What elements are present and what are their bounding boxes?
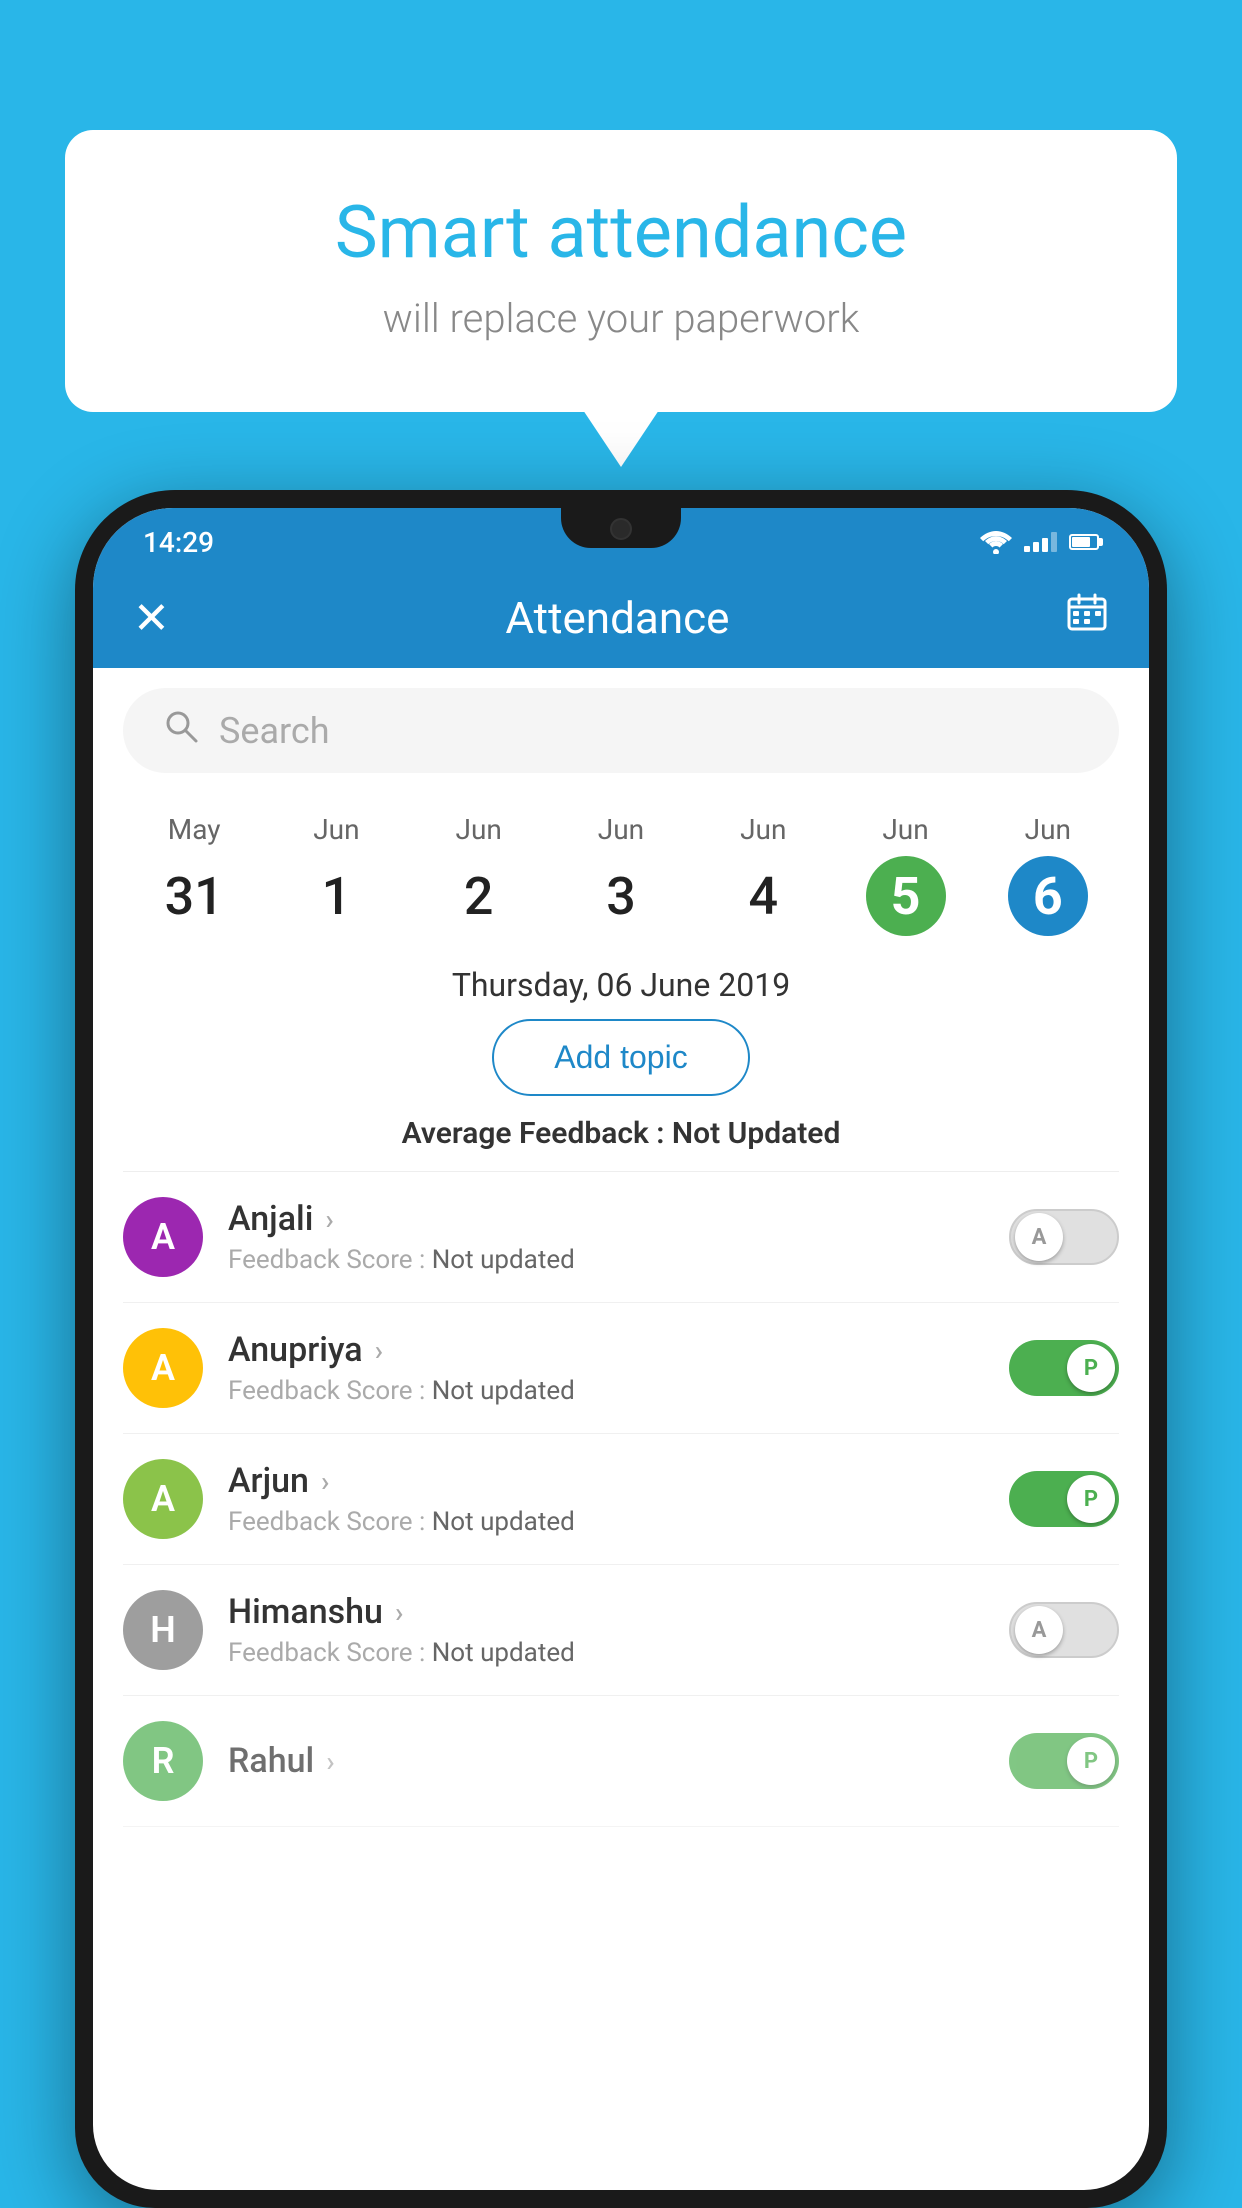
student-item-himanshu[interactable]: H Himanshu › Feedback Score : Not update… xyxy=(123,1565,1119,1696)
avatar-arjun: A xyxy=(123,1459,203,1539)
toggle-knob-anupriya: P xyxy=(1067,1344,1115,1392)
date-item-jun5[interactable]: Jun 5 xyxy=(851,813,961,936)
toggle-knob-rahul: P xyxy=(1067,1737,1115,1785)
selected-date-label: Thursday, 06 June 2019 xyxy=(93,946,1149,1019)
chevron-icon: › xyxy=(321,1465,329,1498)
status-icons xyxy=(980,530,1099,554)
toggle-knob-himanshu: A xyxy=(1015,1606,1063,1654)
speech-bubble-subtitle: will replace your paperwork xyxy=(145,295,1097,342)
speech-bubble: Smart attendance will replace your paper… xyxy=(65,130,1177,412)
student-info-himanshu: Himanshu › Feedback Score : Not updated xyxy=(228,1592,984,1668)
calendar-icon xyxy=(1065,591,1109,635)
student-feedback-arjun: Feedback Score : Not updated xyxy=(228,1507,984,1537)
phone-notch xyxy=(561,508,681,548)
avatar-himanshu: H xyxy=(123,1590,203,1670)
student-feedback-himanshu: Feedback Score : Not updated xyxy=(228,1638,984,1668)
close-button[interactable]: ✕ xyxy=(133,592,170,644)
student-name-anjali: Anjali › xyxy=(228,1199,984,1239)
date-item-jun1[interactable]: Jun 1 xyxy=(281,813,391,936)
date-item-jun4[interactable]: Jun 4 xyxy=(708,813,818,936)
front-camera xyxy=(610,518,632,540)
toolbar: ✕ Attendance xyxy=(93,568,1149,668)
speech-bubble-title: Smart attendance xyxy=(145,190,1097,275)
student-info-rahul: Rahul › xyxy=(228,1741,984,1781)
avatar-rahul: R xyxy=(123,1721,203,1801)
student-info-arjun: Arjun › Feedback Score : Not updated xyxy=(228,1461,984,1537)
status-time: 14:29 xyxy=(143,526,214,559)
student-list: A Anjali › Feedback Score : Not updated … xyxy=(93,1172,1149,1827)
calendar-button[interactable] xyxy=(1065,591,1109,646)
chevron-icon: › xyxy=(395,1596,403,1629)
date-item-jun6[interactable]: Jun 6 xyxy=(993,813,1103,936)
avg-feedback-value: Not Updated xyxy=(672,1116,840,1151)
toggle-himanshu[interactable]: A xyxy=(1009,1602,1119,1658)
toggle-rahul[interactable]: P xyxy=(1009,1733,1119,1789)
wifi-icon xyxy=(980,530,1012,554)
student-name-himanshu: Himanshu › xyxy=(228,1592,984,1632)
chevron-icon: › xyxy=(375,1334,383,1367)
add-topic-button[interactable]: Add topic xyxy=(492,1019,749,1096)
toggle-knob-arjun: P xyxy=(1067,1475,1115,1523)
student-item-anjali[interactable]: A Anjali › Feedback Score : Not updated … xyxy=(123,1172,1119,1303)
toolbar-title: Attendance xyxy=(505,592,729,644)
phone-screen: 14:29 xyxy=(93,508,1149,2190)
date-strip: May 31 Jun 1 Jun 2 Jun 3 xyxy=(93,793,1149,946)
chevron-icon: › xyxy=(326,1745,334,1778)
toggle-knob-anjali: A xyxy=(1015,1213,1063,1261)
search-placeholder: Search xyxy=(219,710,330,752)
student-info-anjali: Anjali › Feedback Score : Not updated xyxy=(228,1199,984,1275)
battery-icon xyxy=(1069,534,1099,550)
avatar-anupriya: A xyxy=(123,1328,203,1408)
toggle-anupriya[interactable]: P xyxy=(1009,1340,1119,1396)
student-feedback-anupriya: Feedback Score : Not updated xyxy=(228,1376,984,1406)
student-feedback-anjali: Feedback Score : Not updated xyxy=(228,1245,984,1275)
student-name-arjun: Arjun › xyxy=(228,1461,984,1501)
search-svg xyxy=(163,708,199,744)
student-name-rahul: Rahul › xyxy=(228,1741,984,1781)
toggle-anjali[interactable]: A xyxy=(1009,1209,1119,1265)
toggle-arjun[interactable]: P xyxy=(1009,1471,1119,1527)
student-item-rahul[interactable]: R Rahul › P xyxy=(123,1696,1119,1827)
date-item-jun2[interactable]: Jun 2 xyxy=(424,813,534,936)
chevron-icon: › xyxy=(325,1203,333,1236)
phone-frame: 14:29 xyxy=(75,490,1167,2208)
student-info-anupriya: Anupriya › Feedback Score : Not updated xyxy=(228,1330,984,1406)
search-icon xyxy=(163,708,199,753)
avg-feedback: Average Feedback : Not Updated xyxy=(93,1116,1149,1151)
signal-icon xyxy=(1024,532,1057,552)
speech-bubble-card: Smart attendance will replace your paper… xyxy=(65,130,1177,412)
avg-feedback-label: Average Feedback : xyxy=(402,1116,672,1151)
search-bar[interactable]: Search xyxy=(123,688,1119,773)
date-item-may31[interactable]: May 31 xyxy=(139,813,249,936)
avatar-anjali: A xyxy=(123,1197,203,1277)
student-name-anupriya: Anupriya › xyxy=(228,1330,984,1370)
student-item-anupriya[interactable]: A Anupriya › Feedback Score : Not update… xyxy=(123,1303,1119,1434)
date-item-jun3[interactable]: Jun 3 xyxy=(566,813,676,936)
student-item-arjun[interactable]: A Arjun › Feedback Score : Not updated P xyxy=(123,1434,1119,1565)
